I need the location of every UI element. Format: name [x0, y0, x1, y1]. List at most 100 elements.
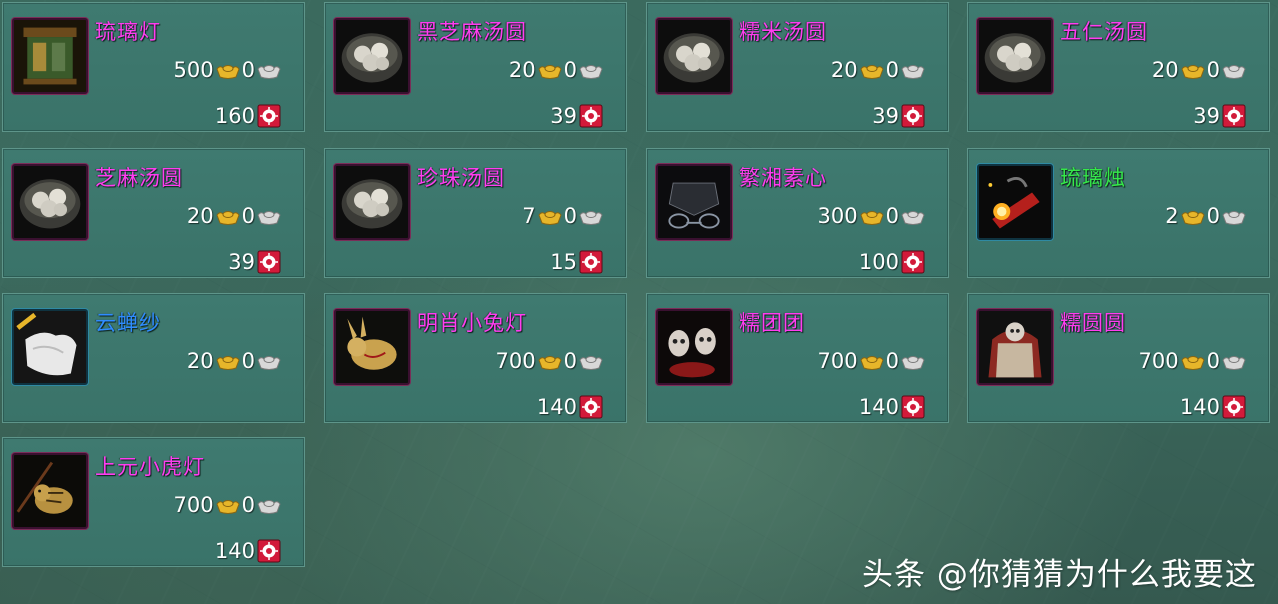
- item-name: 琉璃灯: [95, 20, 161, 44]
- price-row: 500 0: [174, 57, 281, 83]
- points-amount: 140: [1179, 395, 1220, 419]
- price-row: 700 0: [496, 348, 603, 374]
- gold-amount: 20: [186, 204, 214, 228]
- price-row: 20: [1165, 203, 1246, 229]
- flower-badge-icon: [257, 104, 281, 128]
- dumpling-bowl-icon[interactable]: [656, 18, 732, 94]
- points-amount: 140: [214, 539, 255, 563]
- points-amount: 39: [228, 250, 255, 274]
- mask-figures-icon[interactable]: [656, 309, 732, 385]
- shop-item-card[interactable]: 明肖小兔灯 700 0 140: [324, 293, 627, 423]
- glass-candle-icon[interactable]: [977, 164, 1053, 240]
- gold-ingot-icon: [1181, 352, 1205, 370]
- points-row: 100: [859, 249, 925, 275]
- dumpling-bowl-icon[interactable]: [334, 164, 410, 240]
- silver-ingot-icon: [1222, 207, 1246, 225]
- points-row: 39: [1193, 103, 1246, 129]
- shop-item-card[interactable]: 上元小虎灯 700 0 140: [2, 437, 305, 567]
- dark-ornament-icon[interactable]: [656, 164, 732, 240]
- item-name: 云蝉纱: [95, 311, 161, 335]
- gold-amount: 7: [522, 204, 536, 228]
- points-amount: 140: [536, 395, 577, 419]
- shop-item-card[interactable]: 珍珠汤圆 7 0 15: [324, 148, 627, 278]
- gold-ingot-icon: [1181, 207, 1205, 225]
- gold-amount: 300: [817, 204, 858, 228]
- price-row: 20 0: [187, 203, 281, 229]
- silver-amount: 0: [885, 58, 899, 82]
- tiger-lantern-icon[interactable]: [12, 453, 88, 529]
- price-row: 700 0: [174, 492, 281, 518]
- silver-amount: 0: [885, 204, 899, 228]
- silver-ingot-icon: [257, 496, 281, 514]
- silver-ingot-icon: [1222, 352, 1246, 370]
- silver-amount: 0: [563, 349, 577, 373]
- price-row: 70: [522, 203, 603, 229]
- dumpling-bowl-icon[interactable]: [334, 18, 410, 94]
- shop-item-card[interactable]: 黑芝麻汤圆 20 0 39: [324, 2, 627, 132]
- price-row: 20 0: [509, 57, 603, 83]
- dumpling-bowl-icon[interactable]: [977, 18, 1053, 94]
- flower-badge-icon: [1222, 104, 1246, 128]
- silver-ingot-icon: [257, 61, 281, 79]
- points-row: 15: [550, 249, 603, 275]
- item-name: 芝麻汤圆: [95, 166, 183, 190]
- points-amount: 100: [858, 250, 899, 274]
- shop-item-card[interactable]: 糯圆圆 700 0 140: [967, 293, 1270, 423]
- points-row: 140: [537, 394, 603, 420]
- shop-item-card[interactable]: 云蝉纱 20 0: [2, 293, 305, 423]
- gold-amount: 700: [1138, 349, 1179, 373]
- silk-cloth-icon[interactable]: [12, 309, 88, 385]
- gold-ingot-icon: [216, 207, 240, 225]
- points-amount: 39: [1193, 104, 1220, 128]
- price-row: 700 0: [818, 348, 925, 374]
- gold-ingot-icon: [216, 496, 240, 514]
- price-row: 20 0: [831, 57, 925, 83]
- item-name: 黑芝麻汤圆: [417, 20, 527, 44]
- gold-ingot-icon: [860, 352, 884, 370]
- gold-amount: 700: [817, 349, 858, 373]
- gold-amount: 20: [830, 58, 858, 82]
- points-row: 39: [228, 249, 281, 275]
- silver-amount: 0: [241, 493, 255, 517]
- gold-ingot-icon: [860, 61, 884, 79]
- flower-badge-icon: [579, 395, 603, 419]
- price-row: 20 0: [187, 348, 281, 374]
- flower-badge-icon: [257, 250, 281, 274]
- shop-item-card[interactable]: 芝麻汤圆 20 0 39: [2, 148, 305, 278]
- points-amount: 15: [550, 250, 577, 274]
- points-row: 39: [550, 103, 603, 129]
- gold-ingot-icon: [538, 207, 562, 225]
- points-amount: 39: [872, 104, 899, 128]
- points-row: 39: [872, 103, 925, 129]
- silver-ingot-icon: [257, 352, 281, 370]
- silver-amount: 0: [241, 58, 255, 82]
- item-name: 糯团团: [739, 311, 805, 335]
- silver-amount: 0: [885, 349, 899, 373]
- robed-figure-icon[interactable]: [977, 309, 1053, 385]
- silver-amount: 0: [1206, 349, 1220, 373]
- shop-item-card[interactable]: 琉璃灯 500 0 160: [2, 2, 305, 132]
- shop-item-card[interactable]: 琉璃烛 2 0: [967, 148, 1270, 278]
- flower-badge-icon: [901, 104, 925, 128]
- gold-ingot-icon: [216, 352, 240, 370]
- silver-amount: 0: [563, 204, 577, 228]
- silver-ingot-icon: [579, 352, 603, 370]
- rabbit-lantern-icon[interactable]: [334, 309, 410, 385]
- flower-badge-icon: [901, 395, 925, 419]
- glass-lantern-icon[interactable]: [12, 18, 88, 94]
- points-row: 140: [859, 394, 925, 420]
- price-row: 20 0: [1152, 57, 1246, 83]
- silver-amount: 0: [1206, 58, 1220, 82]
- shop-item-card[interactable]: 繁湘素心 300 0 100: [646, 148, 949, 278]
- gold-ingot-icon: [538, 352, 562, 370]
- dumpling-bowl-icon[interactable]: [12, 164, 88, 240]
- shop-item-card[interactable]: 糯团团 700 0 140: [646, 293, 949, 423]
- item-name: 明肖小兔灯: [417, 311, 527, 335]
- gold-amount: 2: [1165, 204, 1179, 228]
- gold-amount: 20: [186, 349, 214, 373]
- shop-item-card[interactable]: 糯米汤圆 20 0 39: [646, 2, 949, 132]
- silver-ingot-icon: [579, 207, 603, 225]
- points-amount: 39: [550, 104, 577, 128]
- shop-item-card[interactable]: 五仁汤圆 20 0 39: [967, 2, 1270, 132]
- silver-amount: 0: [1206, 204, 1220, 228]
